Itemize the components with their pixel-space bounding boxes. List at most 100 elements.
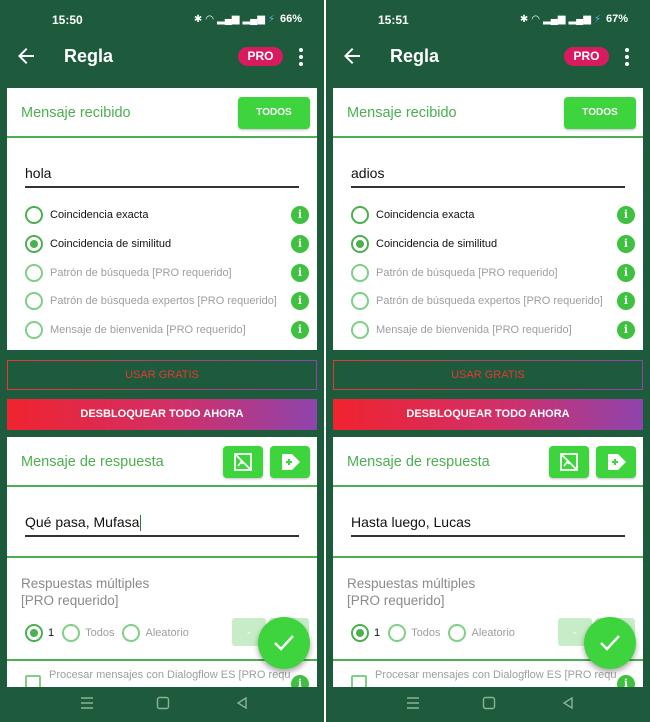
info-icon[interactable]: i	[617, 264, 635, 282]
triangle-back-icon[interactable]	[235, 696, 249, 710]
dialogflow-option[interactable]: Procesar mensajes con Dialogflow ES [PRO…	[25, 669, 309, 687]
option-label: Mensaje de bienvenida [PRO requerido]	[376, 324, 572, 336]
menu-icon[interactable]	[406, 696, 420, 710]
info-icon[interactable]: i	[617, 321, 635, 339]
radio-replies-all[interactable]	[62, 624, 81, 642]
no-image-button[interactable]	[549, 446, 589, 478]
radio-search-pattern[interactable]	[351, 264, 369, 282]
unlock-all-button[interactable]: DESBLOQUEAR TODO AHORA	[7, 399, 317, 430]
dialogflow-checkbox[interactable]	[25, 675, 41, 687]
pro-badge[interactable]: PRO	[564, 47, 609, 66]
divider	[333, 556, 643, 558]
reply-input-text: Qué pasa, Mufasa	[25, 514, 140, 530]
radio-expert-pattern[interactable]	[25, 292, 43, 310]
save-fab[interactable]	[584, 617, 636, 669]
unlock-all-button[interactable]: DESBLOQUEAR TODO AHORA	[333, 399, 643, 430]
option-similarity-match[interactable]: Coincidencia de similitud i	[25, 233, 309, 255]
info-icon[interactable]: i	[291, 264, 309, 282]
received-message-input[interactable]: hola	[25, 162, 299, 188]
received-message-card: Mensaje recibido TODOS hola Coincidencia…	[7, 88, 317, 350]
square-home-icon[interactable]	[156, 696, 170, 710]
no-image-button[interactable]	[223, 446, 263, 478]
info-icon[interactable]: i	[291, 292, 309, 310]
radio-welcome-message[interactable]	[25, 321, 43, 339]
all-button[interactable]: TODOS	[564, 97, 636, 129]
dialogflow-label: Procesar mensajes con Dialogflow ES [PRO…	[49, 669, 291, 681]
pro-badge[interactable]: PRO	[238, 47, 283, 66]
save-fab[interactable]	[258, 617, 310, 669]
dialogflow-checkbox[interactable]	[351, 675, 367, 687]
option-welcome-message[interactable]: Mensaje de bienvenida [PRO requerido] i	[25, 319, 309, 341]
option-search-pattern[interactable]: Patrón de búsqueda [PRO requerido] i	[25, 262, 309, 284]
received-header-label: Mensaje recibido	[347, 105, 457, 121]
info-icon[interactable]: i	[291, 206, 309, 224]
replies-random-label: Aleatorio	[471, 627, 515, 639]
tag-add-icon	[608, 454, 626, 470]
arrow-left-icon[interactable]	[340, 44, 364, 68]
option-label: Mensaje de bienvenida [PRO requerido]	[50, 324, 246, 336]
menu-icon[interactable]	[80, 696, 94, 710]
reply-message-input[interactable]: Qué pasa, Mufasa	[25, 511, 299, 537]
add-tag-button[interactable]	[270, 446, 310, 478]
phone-screen-left: 15:50 ✱ ◠ ▂▄▆ ▂▄▆ ⚡ 66% Regla PRO Mensaj…	[0, 0, 324, 722]
radio-exact-match[interactable]	[351, 206, 369, 224]
charging-icon: ⚡	[593, 13, 601, 25]
info-icon[interactable]: i	[617, 235, 635, 253]
tag-add-icon	[282, 454, 300, 470]
radio-welcome-message[interactable]	[351, 321, 369, 339]
option-similarity-match[interactable]: Coincidencia de similitud i	[351, 233, 635, 255]
option-label: Coincidencia de similitud	[50, 238, 172, 250]
reply-message-input[interactable]: Hasta luego, Lucas	[351, 511, 625, 537]
multiple-replies-line1: Respuestas múltiples	[21, 576, 150, 591]
radio-replies-all[interactable]	[388, 624, 407, 642]
reply-header: Mensaje de respuesta	[333, 437, 643, 487]
received-message-input[interactable]: adios	[351, 162, 625, 188]
arrow-left-icon[interactable]	[14, 44, 38, 68]
divider	[7, 556, 317, 558]
triangle-back-icon[interactable]	[561, 696, 575, 710]
status-time: 15:50	[52, 13, 83, 27]
option-expert-pattern[interactable]: Patrón de búsqueda expertos [PRO requeri…	[351, 290, 635, 312]
radio-replies-random[interactable]	[448, 624, 467, 642]
dialogflow-option[interactable]: Procesar mensajes con Dialogflow ES [PRO…	[351, 669, 635, 687]
received-message-card: Mensaje recibido TODOS adios Coincidenci…	[333, 88, 643, 350]
check-icon	[600, 635, 620, 651]
option-exact-match[interactable]: Coincidencia exacta i	[25, 204, 309, 226]
radio-similarity-match[interactable]	[25, 235, 43, 253]
all-button[interactable]: TODOS	[238, 97, 310, 129]
info-icon[interactable]: i	[617, 675, 635, 687]
use-free-button[interactable]: USAR GRATIS	[7, 360, 317, 390]
more-vert-icon[interactable]	[622, 46, 632, 68]
system-nav-bar	[0, 687, 324, 722]
system-nav-bar	[326, 687, 650, 722]
option-welcome-message[interactable]: Mensaje de bienvenida [PRO requerido] i	[351, 319, 635, 341]
radio-replies-1[interactable]	[351, 624, 369, 642]
option-search-pattern[interactable]: Patrón de búsqueda [PRO requerido] i	[351, 262, 635, 284]
info-icon[interactable]: i	[617, 292, 635, 310]
add-tag-button[interactable]	[596, 446, 636, 478]
radio-expert-pattern[interactable]	[351, 292, 369, 310]
radio-search-pattern[interactable]	[25, 264, 43, 282]
use-free-button[interactable]: USAR GRATIS	[333, 360, 643, 390]
page-title: Regla	[64, 46, 114, 66]
info-icon[interactable]: i	[291, 235, 309, 253]
radio-exact-match[interactable]	[25, 206, 43, 224]
dialogflow-label: Procesar mensajes con Dialogflow ES [PRO…	[375, 669, 617, 681]
replies-random-label: Aleatorio	[145, 627, 189, 639]
square-home-icon[interactable]	[482, 696, 496, 710]
multiple-replies-options: 1 Todos Aleatorio	[351, 622, 523, 644]
status-time: 15:51	[378, 13, 409, 27]
info-icon[interactable]: i	[291, 675, 309, 687]
radio-replies-1[interactable]	[25, 624, 43, 642]
info-icon[interactable]: i	[617, 206, 635, 224]
option-exact-match[interactable]: Coincidencia exacta i	[351, 204, 635, 226]
info-icon[interactable]: i	[291, 321, 309, 339]
option-label: Patrón de búsqueda expertos [PRO requeri…	[50, 295, 277, 307]
signal-icon-2: ▂▄▆	[242, 13, 265, 25]
radio-similarity-match[interactable]	[351, 235, 369, 253]
radio-replies-random[interactable]	[122, 624, 141, 642]
more-vert-icon[interactable]	[296, 46, 306, 68]
image-off-icon	[234, 453, 252, 471]
option-expert-pattern[interactable]: Patrón de búsqueda expertos [PRO requeri…	[25, 290, 309, 312]
charging-icon: ⚡	[267, 13, 275, 25]
